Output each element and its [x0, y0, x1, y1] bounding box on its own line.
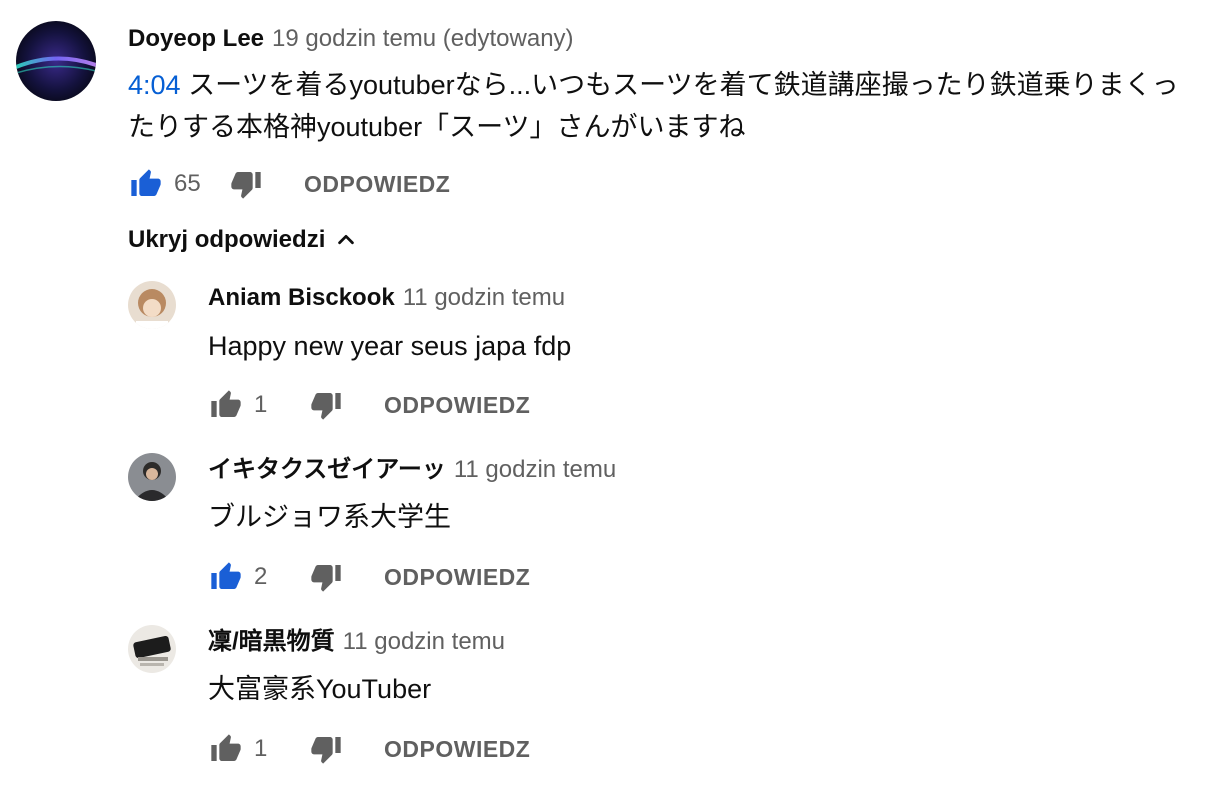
like-count: 1 [254, 391, 268, 418]
chevron-up-icon [338, 234, 355, 245]
dislike-button[interactable] [228, 166, 264, 202]
reply-header: Aniam Bisckook 11 godzin temu [208, 283, 565, 313]
comment-text-line1: スーツを着るyoutuberなら...いつもスーツを着て鉄道講座撮ったり鉄道乗り… [188, 70, 1179, 100]
thumb-up-icon [131, 169, 161, 196]
hide-replies-label: Ukryj odpowiedzi [128, 226, 326, 253]
author-name[interactable]: イキタクスゼイアーッ [208, 456, 446, 483]
like-button[interactable] [128, 166, 164, 202]
thumb-up-icon [211, 734, 241, 761]
hide-replies-button[interactable]: Ukryj odpowiedzi [128, 226, 357, 254]
reply-avatar[interactable] [128, 281, 176, 329]
reply-header: 凜/暗黒物質 11 godzin temu [208, 627, 505, 657]
thumb-up-icon [211, 562, 241, 589]
comment-time[interactable]: 19 godzin temu (edytowany) [272, 25, 574, 52]
like-count: 65 [174, 170, 201, 197]
dislike-button[interactable] [308, 387, 344, 423]
author-name[interactable]: 凜/暗黒物質 [208, 628, 335, 655]
comment-text: 4:04 スーツを着るyoutuberなら...いつもスーツを着て鉄道講座撮った… [128, 64, 1223, 148]
reply-button[interactable]: ODPOWIEDZ [304, 171, 450, 198]
thumb-down-icon [231, 172, 261, 199]
like-count: 1 [254, 735, 268, 762]
like-button[interactable] [208, 387, 244, 423]
author-name[interactable]: Aniam Bisckook [208, 284, 395, 311]
reply-actions: 1 ODPOWIEDZ [208, 385, 530, 425]
dislike-button[interactable] [308, 559, 344, 595]
like-count: 2 [254, 563, 268, 590]
comment-header: Doyeop Lee 19 godzin temu (edytowany) [128, 24, 574, 54]
thumb-down-icon [311, 737, 341, 764]
reply-button[interactable]: ODPOWIEDZ [384, 736, 530, 763]
thumb-up-icon [211, 390, 241, 417]
reply-text: Happy new year seus japa fdp [208, 331, 572, 361]
avatar[interactable] [16, 21, 96, 101]
reply-header: イキタクスゼイアーッ 11 godzin temu [208, 455, 616, 485]
comment-time[interactable]: 11 godzin temu [454, 456, 616, 483]
reply-text: ブルジョワ系大学生 [208, 502, 451, 532]
comments-section: Doyeop Lee 19 godzin temu (edytowany) 4:0… [0, 0, 1230, 788]
reply-actions: 2 ODPOWIEDZ [208, 557, 530, 597]
author-name[interactable]: Doyeop Lee [128, 25, 264, 52]
comment-actions: 65 ODPOWIEDZ [128, 164, 450, 204]
thumb-down-icon [311, 565, 341, 592]
like-button[interactable] [208, 559, 244, 595]
comment-time[interactable]: 11 godzin temu [403, 284, 565, 311]
reply-avatar[interactable] [128, 625, 176, 673]
comment-time[interactable]: 11 godzin temu [343, 628, 505, 655]
thumb-down-icon [311, 393, 341, 420]
reply-button[interactable]: ODPOWIEDZ [384, 564, 530, 591]
reply-actions: 1 ODPOWIEDZ [208, 729, 530, 769]
comment-text-line2: たりする本格神youtuber「スーツ」さんがいますね [128, 112, 746, 142]
reply-text: 大富豪系YouTuber [208, 674, 432, 704]
like-button[interactable] [208, 731, 244, 767]
dislike-button[interactable] [308, 731, 344, 767]
reply-avatar[interactable] [128, 453, 176, 501]
reply-button[interactable]: ODPOWIEDZ [384, 392, 530, 419]
video-timestamp-link[interactable]: 4:04 [128, 70, 181, 100]
